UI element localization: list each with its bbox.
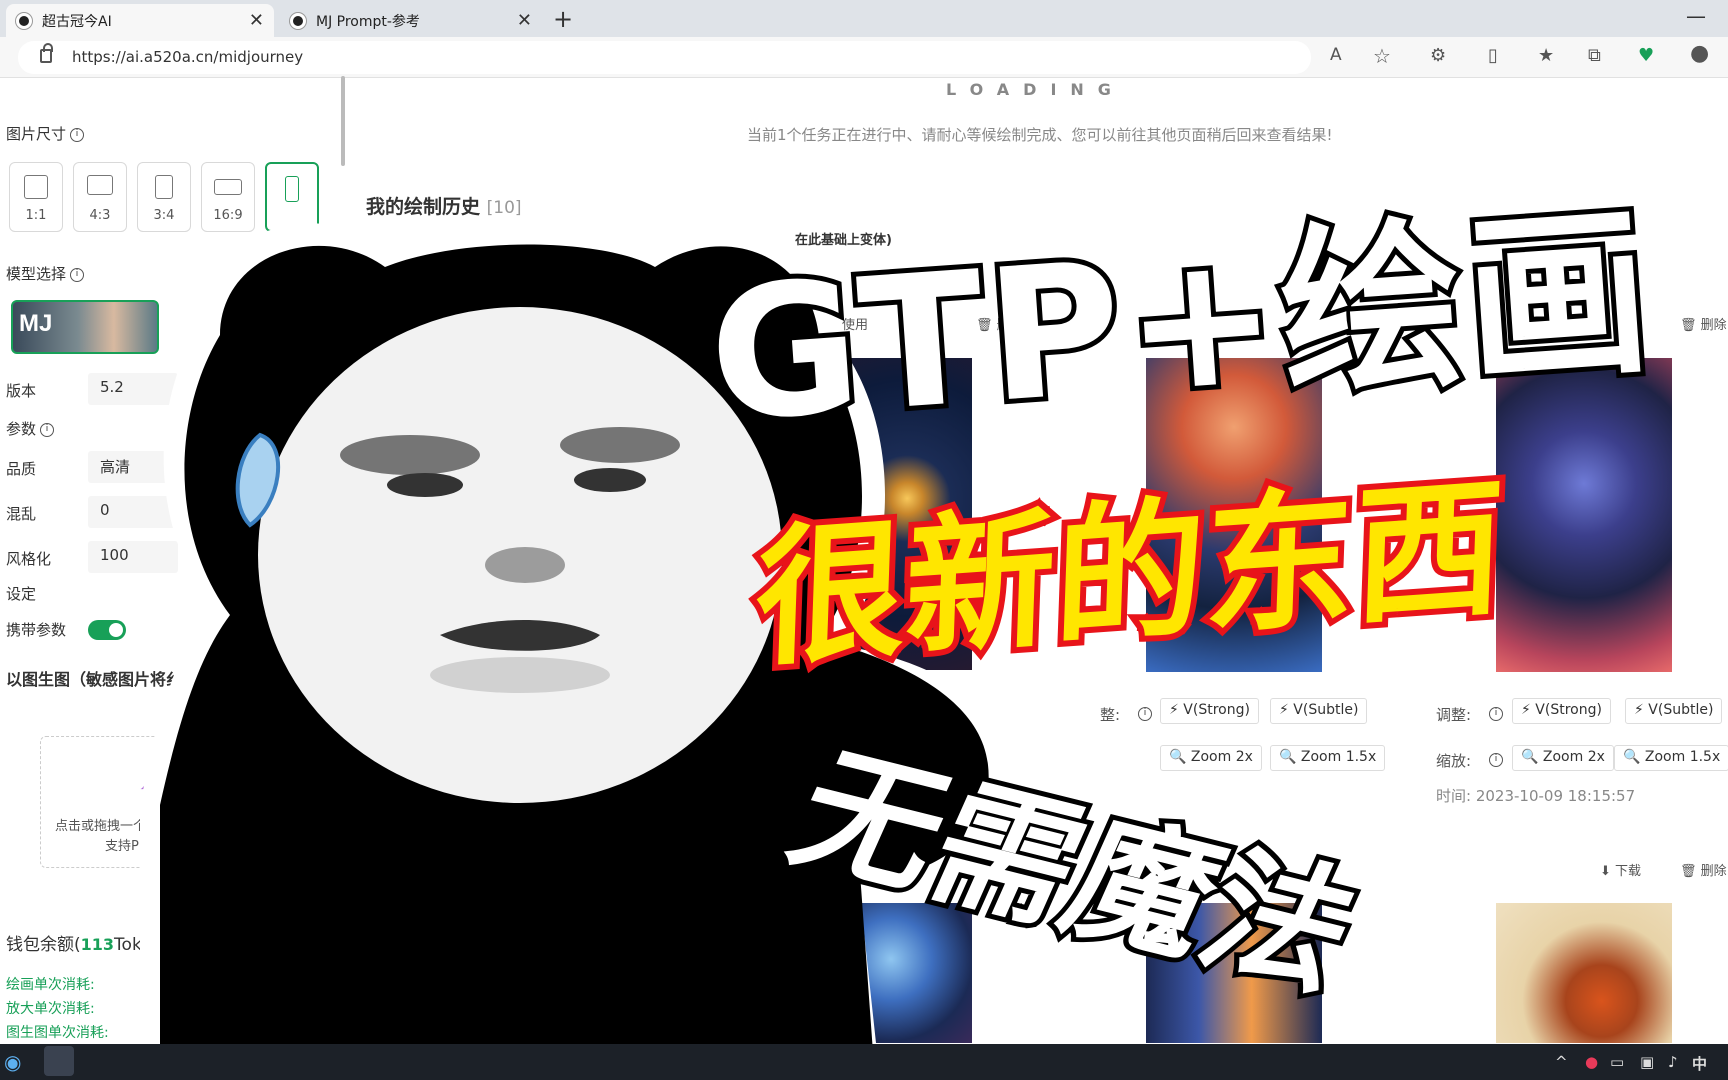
close-tab-icon[interactable]: ✕ bbox=[249, 10, 264, 31]
url-text: https://ai.a520a.cn/midjourney bbox=[72, 48, 304, 66]
carry-params-label: 携带参数 bbox=[6, 621, 67, 639]
tall-ratio-icon bbox=[285, 176, 299, 202]
v-subtle-button[interactable]: ⚡ V(Subtle) bbox=[1270, 698, 1368, 724]
square-ratio-icon bbox=[24, 175, 48, 199]
split-screen-icon[interactable]: ▯ bbox=[1488, 47, 1498, 65]
new-tab-icon[interactable]: + bbox=[553, 5, 573, 33]
browser-tab-bar: 超古冠今AI ✕ MJ Prompt-参考 ✕ + — bbox=[0, 0, 1728, 37]
stylize-label: 风格化 bbox=[6, 550, 52, 568]
size-option-4-3[interactable]: 4:3 bbox=[73, 162, 127, 232]
zoom-1-5x-button[interactable]: 🔍 Zoom 1.5x bbox=[1270, 745, 1386, 771]
adjust-label: 调整: bbox=[1436, 706, 1472, 724]
download-button[interactable]: ⬇ 下载 bbox=[1600, 860, 1641, 879]
ime-indicator[interactable]: 中 bbox=[1692, 1053, 1707, 1074]
info-icon[interactable]: i bbox=[1138, 707, 1152, 721]
record-icon[interactable]: ● bbox=[1585, 1053, 1598, 1071]
panda-favicon-icon bbox=[16, 12, 32, 29]
close-tab-icon[interactable]: ✕ bbox=[517, 10, 532, 31]
os-taskbar: ◉ ^ ● ▭ ▣ ♪ 中 bbox=[0, 1044, 1728, 1080]
favorite-star-icon[interactable]: ☆ bbox=[1373, 46, 1391, 66]
timestamp: 时间: 2023-10-09 18:15:57 bbox=[1436, 787, 1636, 805]
health-icon[interactable]: ♥ bbox=[1638, 47, 1654, 65]
settings-label: 设定 bbox=[6, 585, 37, 603]
loading-indicator: LOADING bbox=[946, 80, 1125, 99]
lock-icon bbox=[40, 43, 53, 63]
screen: 超古冠今AI ✕ MJ Prompt-参考 ✕ + — https://ai.a… bbox=[0, 0, 1728, 1080]
model-select-label: 模型选择 i bbox=[6, 263, 85, 284]
info-icon[interactable]: i bbox=[70, 127, 85, 142]
app-taskbar-icon[interactable] bbox=[44, 1046, 74, 1076]
zoom-2x-button[interactable]: 🔍 Zoom 2x bbox=[1160, 745, 1262, 771]
sidebar-scrollbar[interactable] bbox=[341, 76, 345, 166]
url-field[interactable]: https://ai.a520a.cn/midjourney A ☆ bbox=[18, 41, 1391, 74]
portrait-ratio-icon bbox=[155, 175, 173, 199]
upscale-cost-label: 放大单次消耗: bbox=[6, 1001, 95, 1017]
read-aloud-icon[interactable]: A bbox=[1330, 47, 1342, 64]
v-strong-button[interactable]: ⚡ V(Strong) bbox=[1512, 698, 1611, 724]
carry-params-toggle[interactable] bbox=[88, 620, 126, 640]
windows-start-icon[interactable]: ◉ bbox=[4, 1050, 21, 1074]
image-size-label: 图片尺寸 i bbox=[6, 123, 85, 144]
draw-cost-label: 绘画单次消耗: bbox=[6, 977, 95, 993]
model-name: MJ bbox=[19, 310, 53, 337]
wallet-balance: 钱包余额(113Toke bbox=[6, 935, 152, 955]
size-option-1-1[interactable]: 1:1 bbox=[9, 162, 63, 232]
artwork-motorcycle-image[interactable] bbox=[1496, 903, 1672, 1043]
chaos-label: 混乱 bbox=[6, 505, 37, 523]
zoom-2x-button[interactable]: 🔍 Zoom 2x bbox=[1512, 745, 1614, 771]
volume-icon[interactable]: ♪ bbox=[1668, 1053, 1678, 1071]
extensions-icon[interactable]: ⚙ bbox=[1430, 47, 1446, 65]
info-icon[interactable]: i bbox=[1489, 753, 1503, 767]
delete-button[interactable]: 🗑 删除 bbox=[1680, 860, 1727, 879]
version-label: 版本 bbox=[6, 382, 37, 400]
v-strong-button[interactable]: ⚡ V(Strong) bbox=[1160, 698, 1259, 724]
network-icon[interactable]: ▣ bbox=[1640, 1053, 1654, 1071]
chevron-up-icon[interactable]: ^ bbox=[1555, 1053, 1568, 1071]
collections-icon[interactable]: ⧉ bbox=[1588, 47, 1601, 65]
landscape-ratio-icon bbox=[87, 175, 113, 195]
minimize-icon[interactable]: — bbox=[1686, 4, 1706, 28]
profile-avatar-icon[interactable]: ● bbox=[1690, 43, 1709, 65]
favorites-icon[interactable]: ★ bbox=[1538, 47, 1554, 65]
size-label: 4:3 bbox=[89, 208, 111, 223]
quality-label: 品质 bbox=[6, 460, 37, 478]
size-label: 1:1 bbox=[25, 208, 47, 223]
delete-button[interactable]: 🗑 删除 bbox=[1680, 314, 1727, 333]
battery-icon: ▭ bbox=[1610, 1053, 1625, 1071]
tab-chaogu[interactable]: 超古冠今AI ✕ bbox=[6, 4, 274, 37]
address-bar: https://ai.a520a.cn/midjourney A ☆ ⚙ ▯ ★… bbox=[0, 37, 1728, 78]
v-subtle-button[interactable]: ⚡ V(Subtle) bbox=[1625, 698, 1723, 724]
params-label: 参数 i bbox=[6, 418, 55, 439]
task-notice: 当前1个任务正在进行中、请耐心等候绘制完成、您可以前往其他页面稍后回来查看结果! bbox=[747, 126, 1333, 144]
model-card-mj[interactable]: MJ bbox=[11, 300, 159, 354]
tab-mj-prompt[interactable]: MJ Prompt-参考 ✕ bbox=[280, 4, 542, 37]
info-icon[interactable]: i bbox=[1489, 707, 1503, 721]
tab-title: MJ Prompt-参考 bbox=[316, 13, 420, 30]
zoom-label: 缩放: bbox=[1436, 752, 1472, 770]
tab-title: 超古冠今AI bbox=[42, 13, 112, 30]
panda-favicon-icon bbox=[290, 12, 306, 29]
info-icon[interactable]: i bbox=[40, 422, 55, 437]
adjust-label: 整: bbox=[1100, 706, 1121, 724]
zoom-1-5x-button[interactable]: 🔍 Zoom 1.5x bbox=[1614, 745, 1728, 771]
img2img-cost-label: 图生图单次消耗: bbox=[6, 1025, 109, 1041]
wide-ratio-icon bbox=[214, 179, 242, 195]
info-icon[interactable]: i bbox=[70, 267, 85, 282]
